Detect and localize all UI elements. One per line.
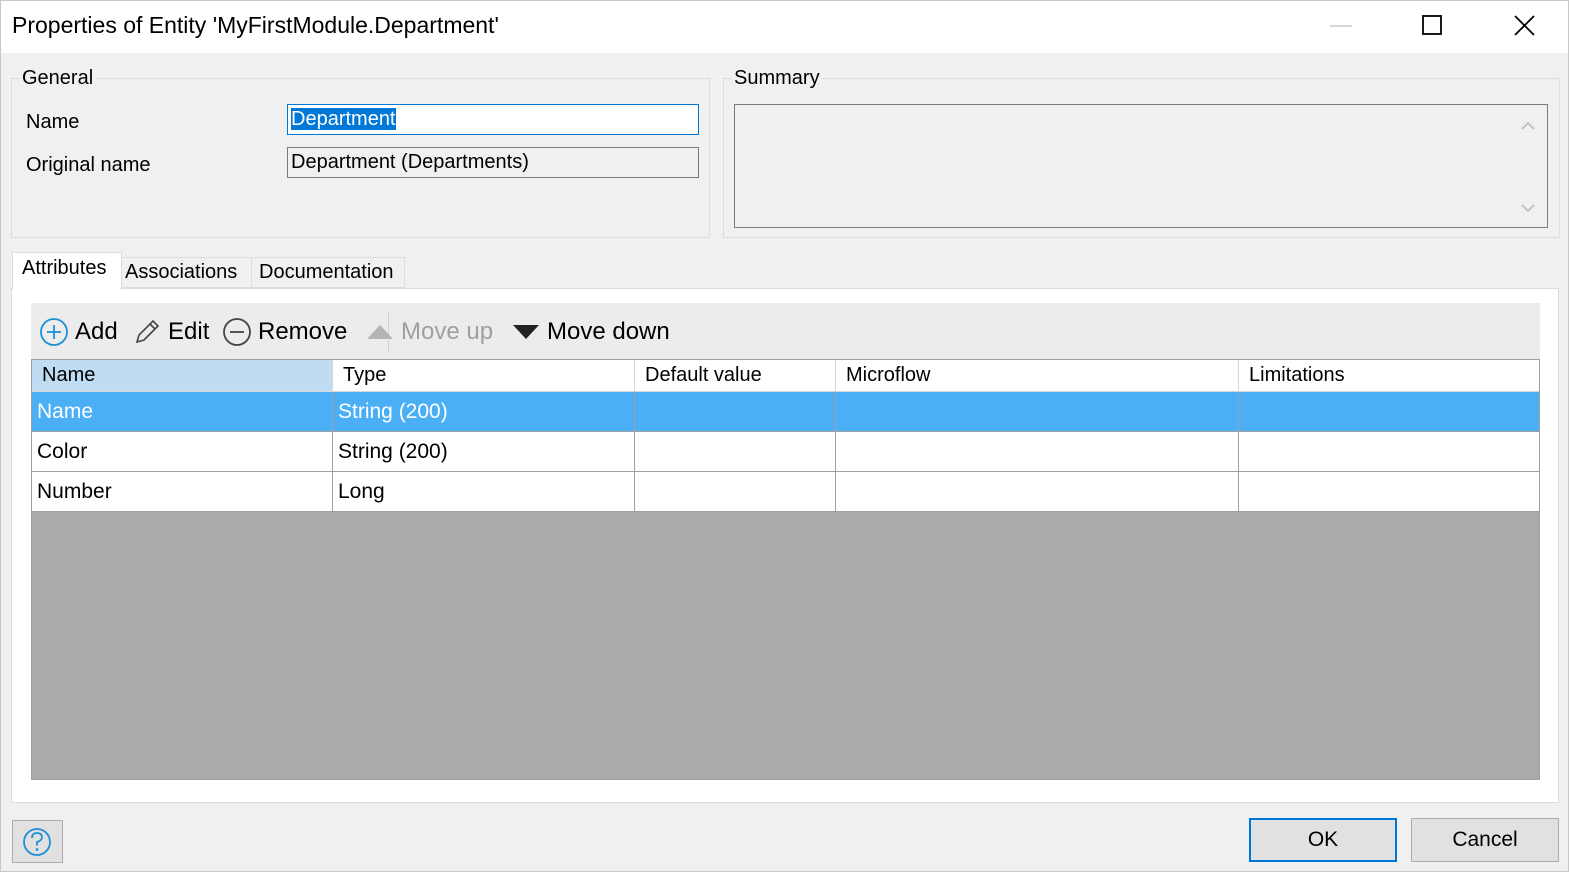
column-header-limitations[interactable]: Limitations: [1239, 360, 1539, 391]
tab-associations[interactable]: Associations: [121, 257, 252, 288]
attributes-grid: Name Type Default value Microflow Limita…: [31, 359, 1540, 780]
maximize-button[interactable]: [1387, 1, 1479, 53]
column-header-name[interactable]: Name: [32, 360, 333, 391]
original-name-field: Department (Departments): [287, 147, 699, 178]
name-label: Name: [26, 111, 80, 133]
cell-name: Number: [32, 472, 333, 511]
edit-label: Edit: [168, 318, 210, 345]
general-legend: General: [19, 67, 97, 90]
remove-label: Remove: [258, 318, 348, 345]
cell-microflow: [836, 472, 1239, 511]
summary-textbox[interactable]: [734, 104, 1548, 228]
grid-header: Name Type Default value Microflow Limita…: [32, 360, 1539, 392]
pencil-icon: [135, 319, 160, 344]
cell-limitations: [1239, 472, 1539, 511]
question-icon: [23, 828, 51, 856]
tab-attributes[interactable]: Attributes: [12, 252, 122, 290]
move-down-button[interactable]: Move down: [511, 316, 670, 348]
cell-microflow: [836, 392, 1239, 431]
name-input-value: Department: [291, 108, 396, 130]
maximize-icon: [1422, 15, 1442, 35]
minimize-button[interactable]: [1295, 1, 1387, 53]
ok-button[interactable]: OK: [1249, 818, 1397, 862]
cell-type: String (200): [333, 392, 635, 431]
table-row[interactable]: Number Long: [32, 472, 1539, 512]
scroll-down-icon: [1521, 204, 1535, 213]
summary-scrollbar[interactable]: [1513, 105, 1547, 227]
table-row[interactable]: Name String (200): [32, 392, 1539, 432]
summary-legend: Summary: [731, 67, 823, 90]
edit-button[interactable]: Edit: [132, 316, 209, 348]
close-button[interactable]: [1479, 1, 1569, 53]
original-name-label: Original name: [26, 154, 151, 176]
column-header-type[interactable]: Type: [333, 360, 635, 391]
tab-documentation[interactable]: Documentation: [251, 257, 405, 288]
cell-microflow: [836, 432, 1239, 471]
cell-name: Name: [32, 392, 333, 431]
scroll-up-icon: [1521, 121, 1535, 130]
cell-type: Long: [333, 472, 635, 511]
cell-limitations: [1239, 432, 1539, 471]
cell-type: String (200): [333, 432, 635, 471]
add-label: Add: [75, 318, 118, 345]
window-title: Properties of Entity 'MyFirstModule.Depa…: [12, 12, 499, 38]
cell-limitations: [1239, 392, 1539, 431]
help-button[interactable]: [12, 820, 63, 863]
move-up-label: Move up: [401, 318, 494, 345]
plus-circle-icon: [40, 318, 68, 346]
move-down-label: Move down: [547, 318, 670, 345]
column-header-default-value[interactable]: Default value: [635, 360, 836, 391]
minus-circle-icon: [223, 318, 251, 346]
cell-name: Color: [32, 432, 333, 471]
add-button[interactable]: Add: [39, 316, 118, 348]
name-input[interactable]: Department: [287, 104, 699, 135]
triangle-up-icon: [367, 325, 393, 339]
move-up-button[interactable]: Move up: [365, 316, 493, 348]
attributes-toolbar: Add Edit Remove Move up Move down: [31, 303, 1540, 359]
cell-default-value: [635, 392, 836, 431]
remove-button[interactable]: Remove: [222, 316, 347, 348]
close-icon: [1514, 15, 1535, 36]
cell-default-value: [635, 472, 836, 511]
properties-dialog: Properties of Entity 'MyFirstModule.Depa…: [0, 0, 1569, 872]
title-bar: Properties of Entity 'MyFirstModule.Depa…: [1, 1, 1568, 53]
cell-default-value: [635, 432, 836, 471]
column-header-microflow[interactable]: Microflow: [836, 360, 1239, 391]
cancel-button[interactable]: Cancel: [1411, 818, 1559, 862]
triangle-down-icon: [513, 325, 539, 339]
minimize-icon: [1330, 25, 1352, 27]
table-row[interactable]: Color String (200): [32, 432, 1539, 472]
